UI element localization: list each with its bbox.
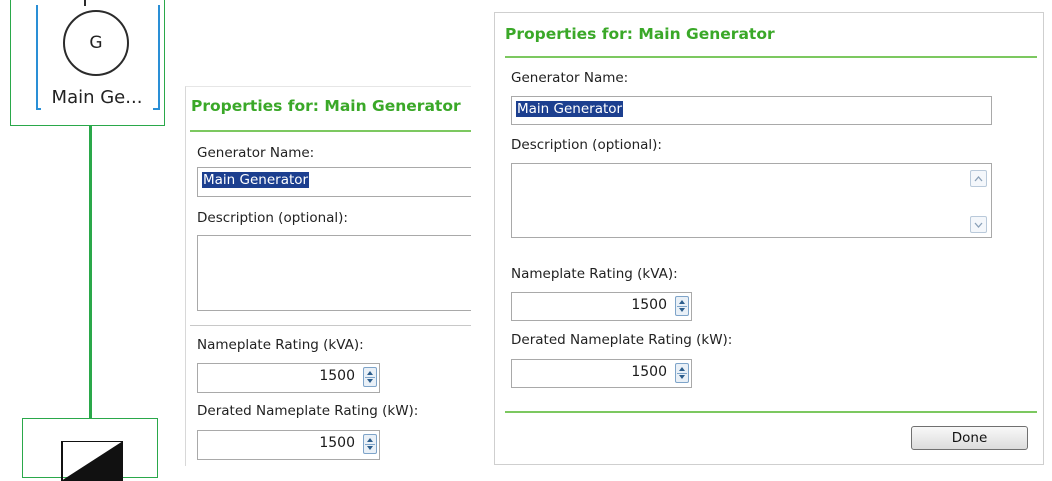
derated-rating-spinner[interactable]: 1500 bbox=[511, 359, 692, 388]
generator-name-input[interactable]: Main Generator bbox=[511, 96, 992, 125]
generator-name-input[interactable]: Main Generator bbox=[197, 167, 471, 197]
derated-rating-value: 1500 bbox=[319, 435, 355, 451]
generator-node[interactable]: G Main Ge... bbox=[10, 0, 165, 126]
generator-name-label: Generator Name: bbox=[197, 145, 315, 161]
spinner-arrows-icon[interactable] bbox=[675, 296, 689, 316]
breaker-node[interactable] bbox=[22, 418, 158, 481]
connector-tick bbox=[84, 0, 86, 6]
description-label: Description (optional): bbox=[511, 137, 662, 153]
spinner-arrows-icon[interactable] bbox=[363, 367, 377, 387]
description-textarea[interactable] bbox=[511, 163, 992, 238]
section-divider bbox=[190, 325, 471, 326]
derated-rating-label: Derated Nameplate Rating (kW): bbox=[511, 332, 733, 348]
nameplate-rating-spinner[interactable]: 1500 bbox=[197, 363, 380, 393]
generator-name-label: Generator Name: bbox=[511, 70, 629, 86]
title-divider bbox=[505, 56, 1037, 58]
spinner-arrows-icon[interactable] bbox=[675, 363, 689, 383]
nameplate-rating-value: 1500 bbox=[319, 368, 355, 384]
derated-rating-label: Derated Nameplate Rating (kW): bbox=[197, 403, 419, 419]
description-label: Description (optional): bbox=[197, 210, 348, 226]
footer-divider bbox=[505, 411, 1037, 413]
nameplate-rating-label: Nameplate Rating (kVA): bbox=[511, 266, 678, 282]
breaker-icon bbox=[61, 441, 123, 481]
nameplate-rating-value: 1500 bbox=[631, 297, 667, 313]
derated-rating-value: 1500 bbox=[631, 364, 667, 380]
scroll-down-icon[interactable] bbox=[970, 216, 987, 233]
generator-symbol-letter: G bbox=[89, 33, 103, 53]
generator-symbol-icon: G bbox=[63, 10, 129, 76]
panel-title: Properties for: Main Generator bbox=[505, 25, 775, 43]
done-button[interactable]: Done bbox=[911, 426, 1028, 450]
description-textarea[interactable] bbox=[197, 235, 471, 311]
spinner-arrows-icon[interactable] bbox=[363, 434, 377, 454]
properties-panel-right: Properties for: Main Generator Generator… bbox=[494, 12, 1044, 465]
generator-name-value: Main Generator bbox=[516, 101, 624, 117]
properties-panel-left: Properties for: Main Generator Generator… bbox=[185, 86, 471, 466]
connection-line bbox=[89, 126, 92, 418]
nameplate-rating-spinner[interactable]: 1500 bbox=[511, 292, 692, 321]
scroll-up-icon[interactable] bbox=[970, 170, 987, 187]
derated-rating-spinner[interactable]: 1500 bbox=[197, 430, 380, 460]
generator-name-value: Main Generator bbox=[202, 172, 310, 188]
panel-title: Properties for: Main Generator bbox=[191, 97, 461, 115]
generator-node-label: Main Ge... bbox=[41, 85, 153, 110]
title-divider bbox=[190, 130, 471, 132]
nameplate-rating-label: Nameplate Rating (kVA): bbox=[197, 337, 364, 353]
